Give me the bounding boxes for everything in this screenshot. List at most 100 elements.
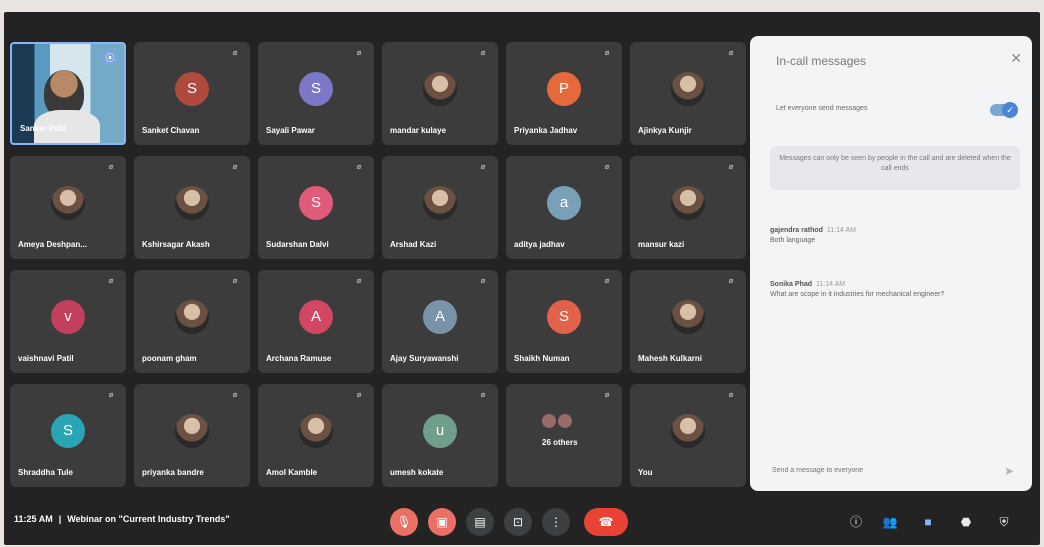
participant-name: Sudarshan Dalvi bbox=[266, 240, 329, 249]
participant-name: Kshirsagar Akash bbox=[142, 240, 210, 249]
avatar-photo bbox=[671, 72, 705, 106]
mic-off-icon: ⌀ bbox=[480, 276, 486, 285]
allow-messages-toggle[interactable]: ✓ bbox=[990, 102, 1018, 118]
participant-tile[interactable]: ⌀ S Sanket Chavan bbox=[134, 42, 250, 145]
participant-tile[interactable]: ⌀ S Sudarshan Dalvi bbox=[258, 156, 374, 259]
meeting-time: 11:25 AM bbox=[14, 514, 53, 524]
participant-tile[interactable]: ⌀ You bbox=[630, 384, 746, 487]
participant-name: Sayali Pawar bbox=[266, 126, 315, 135]
participant-name: mandar kulaye bbox=[390, 126, 447, 135]
more-options-button[interactable]: ⋮ bbox=[542, 508, 570, 536]
mic-off-icon: ⌀ bbox=[604, 162, 610, 171]
people-icon[interactable]: 👥 bbox=[882, 514, 898, 530]
mic-off-icon: ⌀ bbox=[728, 162, 734, 171]
participant-tile[interactable]: ⌀ Arshad Kazi bbox=[382, 156, 498, 259]
in-call-messages-panel: In-call messages ✕ Let everyone send mes… bbox=[750, 36, 1032, 491]
camera-button[interactable]: ▣ bbox=[428, 508, 456, 536]
participant-tile[interactable]: ⌀ a aditya jadhav bbox=[506, 156, 622, 259]
end-call-icon: ☎ bbox=[598, 515, 614, 529]
participant-name: Arshad Kazi bbox=[390, 240, 437, 249]
pin-icon[interactable]: ⦿ bbox=[102, 50, 118, 66]
bottom-bar: 11:25 AM | Webinar on "Current Industry Tr… bbox=[4, 502, 1040, 545]
mic-off-icon: ⌀ bbox=[356, 48, 362, 57]
participant-tile[interactable]: ⌀ P Priyanka Jadhav bbox=[506, 42, 622, 145]
participant-tile[interactable]: ⌀ Ajinkya Kunjir bbox=[630, 42, 746, 145]
participant-tile[interactable]: ⌀ Ameya Deshpan... bbox=[10, 156, 126, 259]
avatar: P bbox=[547, 72, 581, 106]
participant-name: poonam gham bbox=[142, 354, 197, 363]
present-button[interactable]: ⊡ bbox=[504, 508, 532, 536]
avatar: u bbox=[423, 414, 457, 448]
message-author: gajendra rathod bbox=[770, 227, 823, 234]
leave-call-button[interactable]: ☎ bbox=[584, 508, 628, 536]
mic-off-icon: ⌀ bbox=[480, 48, 486, 57]
mic-off-icon: ⌀ bbox=[232, 390, 238, 399]
mic-off-icon: ⌀ bbox=[356, 276, 362, 285]
message-time: 11:14 AM bbox=[816, 281, 846, 288]
participant-tile[interactable]: ⌀ u umesh kokate bbox=[382, 384, 498, 487]
toggle-label: Let everyone send messages bbox=[776, 105, 868, 112]
shield-icon[interactable]: ⛨ bbox=[996, 514, 1012, 530]
mic-off-icon: ⌀ bbox=[232, 162, 238, 171]
mic-off-icon: 🎙 bbox=[396, 515, 412, 529]
activities-icon[interactable]: ⬣ bbox=[958, 514, 974, 530]
mic-off-icon: ⌀ bbox=[728, 48, 734, 57]
mic-off-icon: ⌀ bbox=[108, 390, 114, 399]
participant-tile[interactable]: ⌀ priyanka bandre bbox=[134, 384, 250, 487]
message-text: What are scope in it industries for mech… bbox=[770, 291, 945, 298]
participant-tile[interactable]: ⌀ mandar kulaye bbox=[382, 42, 498, 145]
participant-tile[interactable]: ⌀ A Archana Ramuse bbox=[258, 270, 374, 373]
participant-tile[interactable]: ⌀ v vaishnavi Patil bbox=[10, 270, 126, 373]
participant-tile[interactable]: ⌀ mansur kazi bbox=[630, 156, 746, 259]
mic-off-icon: ⌀ bbox=[728, 390, 734, 399]
participant-name: Ajinkya Kunjir bbox=[638, 126, 692, 135]
avatar: S bbox=[51, 414, 85, 448]
message-author: Sonika Phad bbox=[770, 281, 813, 288]
mic-off-icon: ⌀ bbox=[356, 162, 362, 171]
mic-off-icon: ⌀ bbox=[356, 390, 362, 399]
avatar: A bbox=[423, 300, 457, 334]
participant-name: Mahesh Kulkarni bbox=[638, 354, 703, 363]
participant-tile[interactable]: ⌀ 26 others bbox=[506, 384, 622, 487]
self-name: Sanket Patil bbox=[20, 124, 66, 133]
avatar bbox=[542, 414, 556, 428]
avatar-photo bbox=[423, 72, 457, 106]
send-icon[interactable]: ➤ bbox=[1004, 464, 1014, 478]
avatar: S bbox=[299, 186, 333, 220]
participant-tile[interactable]: ⌀ Amol Kamble bbox=[258, 384, 374, 487]
participant-name: mansur kazi bbox=[638, 240, 685, 249]
participant-tile[interactable]: ⌀ poonam gham bbox=[134, 270, 250, 373]
message-time: 11:14 AM bbox=[826, 227, 856, 234]
participant-tile[interactable]: ⌀ S Sayali Pawar bbox=[258, 42, 374, 145]
participant-name: Archana Ramuse bbox=[266, 354, 332, 363]
participant-tile[interactable]: ⌀ S Shaikh Numan bbox=[506, 270, 622, 373]
messages-notice: Messages can only be seen by people in t… bbox=[770, 146, 1020, 190]
participant-tile[interactable]: ⌀ Mahesh Kulkarni bbox=[630, 270, 746, 373]
participant-tile[interactable]: ⌀ Kshirsagar Akash bbox=[134, 156, 250, 259]
avatar-photo bbox=[299, 414, 333, 448]
avatar bbox=[558, 414, 572, 428]
mic-off-icon: ⌀ bbox=[604, 276, 610, 285]
captions-icon: ▤ bbox=[474, 515, 486, 529]
participant-name: vaishnavi Patil bbox=[18, 354, 74, 363]
self-video-tile[interactable]: ⦿ Sanket Patil bbox=[10, 42, 126, 145]
message-input[interactable] bbox=[770, 466, 974, 475]
meeting-title: Webinar on "Current Industry Trends" bbox=[67, 514, 230, 524]
close-icon[interactable]: ✕ bbox=[1010, 50, 1022, 67]
chat-icon[interactable]: ■ bbox=[920, 514, 936, 530]
captions-button[interactable]: ▤ bbox=[466, 508, 494, 536]
panel-title: In-call messages bbox=[776, 54, 867, 68]
participant-tile[interactable]: ⌀ A Ajay Suryawanshi bbox=[382, 270, 498, 373]
compose-row: ➤ bbox=[770, 464, 1020, 482]
mic-off-icon: ⌀ bbox=[108, 276, 114, 285]
participant-tile[interactable]: ⌀ S Shraddha Tule bbox=[10, 384, 126, 487]
mic-off-icon: ⌀ bbox=[604, 390, 610, 399]
chat-message: gajendra rathod 11:14 AM Both language bbox=[770, 226, 1010, 246]
mic-off-icon: ⌀ bbox=[108, 162, 114, 171]
avatar: A bbox=[299, 300, 333, 334]
mic-button[interactable]: 🎙 bbox=[390, 508, 418, 536]
participant-name: Ajay Suryawanshi bbox=[390, 354, 459, 363]
participant-name: priyanka bandre bbox=[142, 468, 204, 477]
participant-name: You bbox=[638, 468, 653, 477]
info-icon[interactable]: ⓘ bbox=[848, 514, 864, 530]
